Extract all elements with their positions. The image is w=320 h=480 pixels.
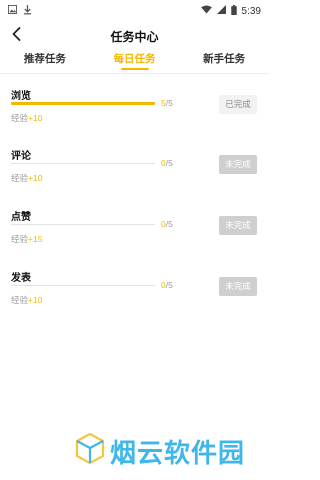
progress-count: 0/5 bbox=[161, 219, 173, 229]
watermark-text: 烟云软件园 bbox=[110, 438, 246, 468]
chevron-left-icon bbox=[12, 26, 21, 46]
task-item-comment: 评论 0/5 经验+10 未完成 bbox=[0, 147, 269, 197]
task-item-like: 点赞 0/5 经验+15 未完成 bbox=[0, 208, 269, 258]
status-bar: 5:39 bbox=[0, 0, 269, 22]
title-bar: 任务中心 bbox=[0, 22, 269, 50]
exp-reward: 经验+10 bbox=[11, 113, 43, 123]
cube-logo-icon bbox=[74, 432, 106, 471]
progress-count: 5/5 bbox=[161, 98, 173, 108]
exp-reward: 经验+10 bbox=[11, 173, 43, 183]
task-title: 浏览 bbox=[11, 91, 31, 102]
task-status-button[interactable]: 已完成 bbox=[219, 95, 257, 114]
task-title: 点赞 bbox=[11, 212, 31, 223]
task-item-post: 发表 0/5 经验+10 未完成 bbox=[0, 269, 269, 319]
task-item-browse: 浏览 5/5 经验+10 已完成 bbox=[0, 87, 269, 137]
watermark: 烟云软件园 bbox=[74, 432, 245, 471]
wifi-icon bbox=[200, 5, 212, 17]
tab-recommended[interactable]: 推荐任务 bbox=[0, 50, 90, 72]
progress-bar bbox=[11, 224, 155, 225]
back-button[interactable] bbox=[6, 25, 26, 47]
progress-fill bbox=[11, 102, 155, 105]
task-status-button[interactable]: 未完成 bbox=[219, 216, 257, 235]
tab-divider bbox=[0, 73, 269, 74]
task-status-button[interactable]: 未完成 bbox=[219, 155, 257, 174]
exp-reward: 经验+10 bbox=[11, 295, 43, 305]
progress-count: 0/5 bbox=[161, 280, 173, 290]
signal-icon bbox=[216, 5, 226, 17]
battery-icon bbox=[230, 4, 237, 18]
task-title: 发表 bbox=[11, 273, 31, 284]
progress-bar bbox=[11, 102, 155, 105]
tab-beginner[interactable]: 新手任务 bbox=[179, 50, 269, 72]
tab-bar: 推荐任务 每日任务 新手任务 bbox=[0, 50, 269, 72]
progress-count: 0/5 bbox=[161, 158, 173, 168]
image-icon bbox=[8, 5, 17, 17]
task-status-button[interactable]: 未完成 bbox=[219, 277, 257, 296]
progress-bar bbox=[11, 285, 155, 286]
tab-daily[interactable]: 每日任务 bbox=[90, 50, 180, 72]
page-title: 任务中心 bbox=[110, 29, 159, 44]
clock-time: 5:39 bbox=[241, 5, 261, 17]
exp-reward: 经验+15 bbox=[11, 234, 43, 244]
progress-bar bbox=[11, 163, 155, 164]
task-title: 评论 bbox=[11, 151, 31, 162]
download-icon bbox=[23, 4, 32, 18]
